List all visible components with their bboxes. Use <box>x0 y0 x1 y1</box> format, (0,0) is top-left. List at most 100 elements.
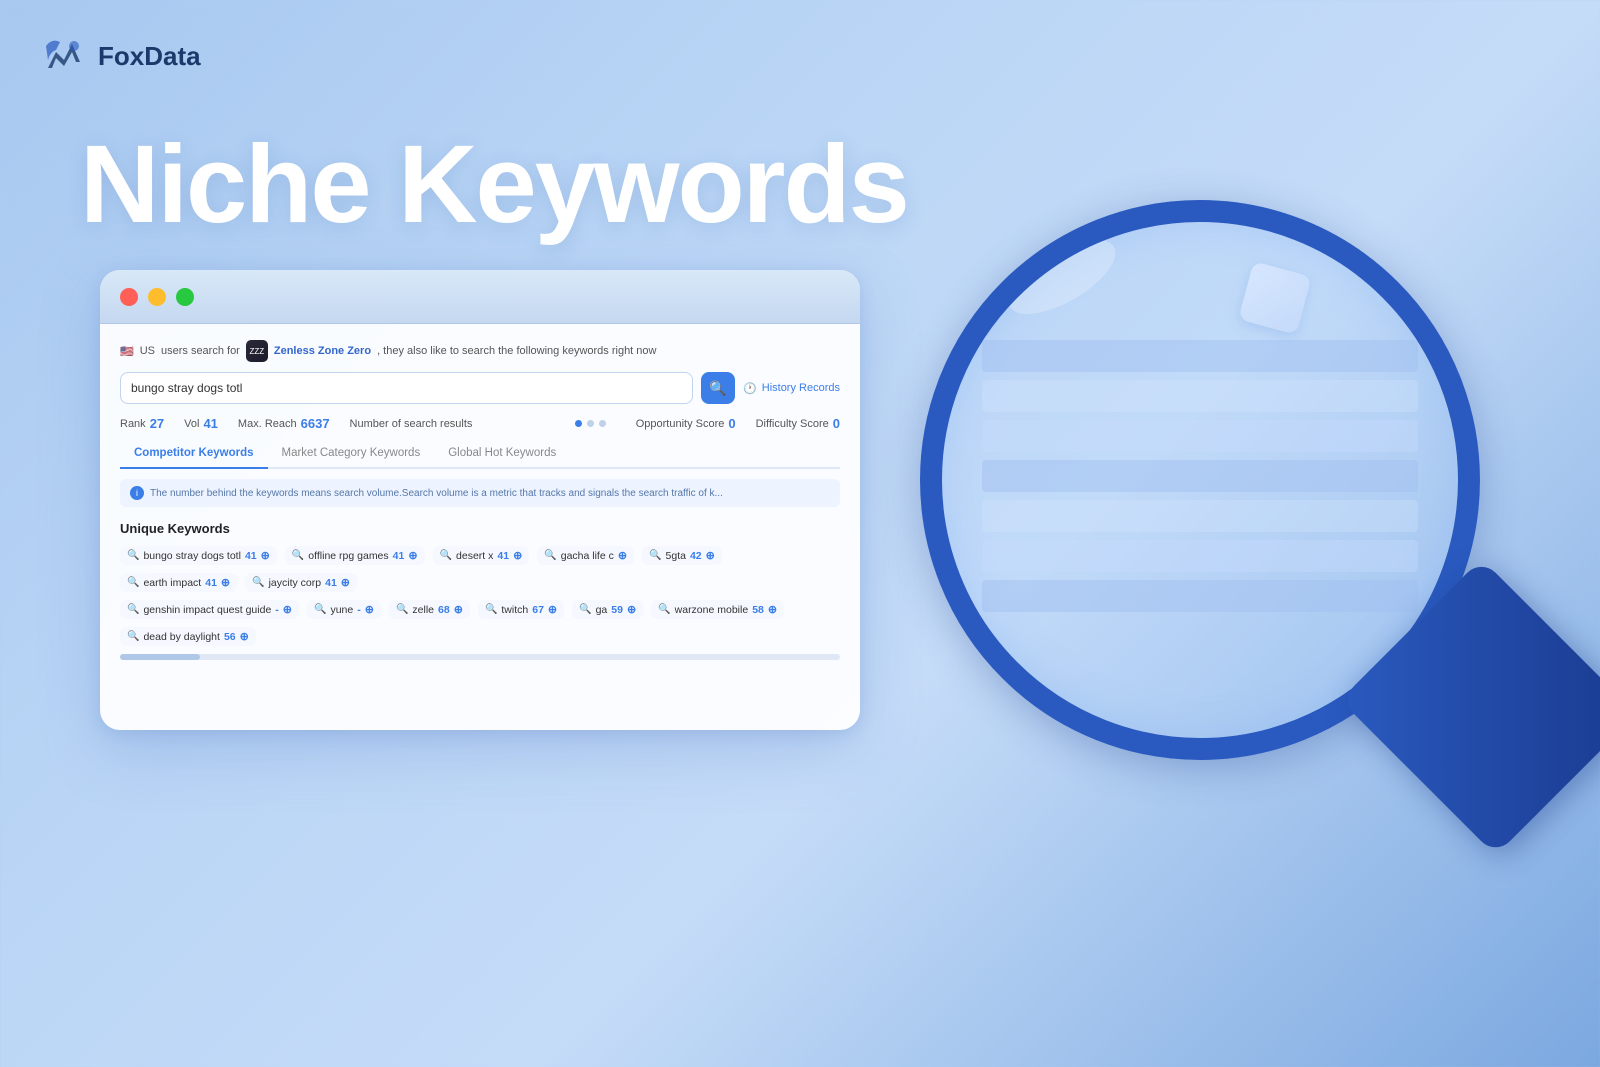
window-minimize-dot[interactable] <box>148 288 166 306</box>
rank-value: 27 <box>150 416 164 431</box>
keyword-chip[interactable]: 🔍 jaycity corp 41 ⊕ <box>245 573 357 592</box>
searchresults-label: Number of search results <box>350 418 473 430</box>
tab-market-category[interactable]: Market Category Keywords <box>268 441 435 469</box>
browser-window: 🇺🇸 US users search for ZZZ Zenless Zone … <box>100 270 860 730</box>
stat-vol: Vol 41 <box>184 416 218 431</box>
add-icon[interactable]: ⊕ <box>618 549 627 562</box>
lens-stripe <box>982 340 1418 372</box>
add-icon[interactable]: ⊕ <box>513 549 522 562</box>
search-input-value: bungo stray dogs totl <box>131 381 242 395</box>
lens-stripe <box>982 500 1418 532</box>
info-text: The number behind the keywords means sea… <box>150 488 723 499</box>
tabs-row: Competitor Keywords Market Category Keyw… <box>120 441 840 469</box>
magnifier-handle <box>1340 559 1600 856</box>
keyword-chip[interactable]: 🔍 gacha life c ⊕ <box>537 546 634 565</box>
add-icon[interactable]: ⊕ <box>768 603 777 616</box>
search-icon: 🔍 <box>127 550 139 561</box>
keyword-chip[interactable]: 🔍 5gta 42 ⊕ <box>642 546 722 565</box>
keyword-chip[interactable]: 🔍 offline rpg games 41 ⊕ <box>285 546 425 565</box>
add-icon[interactable]: ⊕ <box>283 603 292 616</box>
info-icon: i <box>130 486 144 500</box>
search-desc-prefix: users search for <box>161 345 240 357</box>
vol-value: 41 <box>203 416 217 431</box>
scrollbar-thumb[interactable] <box>120 654 200 660</box>
tab-competitor-keywords[interactable]: Competitor Keywords <box>120 441 268 469</box>
add-icon[interactable]: ⊕ <box>240 630 249 643</box>
stat-searchresults: Number of search results <box>350 418 473 430</box>
keyword-vol: 67 <box>532 604 544 616</box>
keyword-chip[interactable]: 🔍 yune - ⊕ <box>307 600 381 619</box>
keyword-chip[interactable]: 🔍 zelle 68 ⊕ <box>389 600 470 619</box>
keyword-vol: 41 <box>497 550 509 562</box>
keyword-chip[interactable]: 🔍 bungo stray dogs totl 41 ⊕ <box>120 546 277 565</box>
keyword-chip[interactable]: 🔍 genshin impact quest guide - ⊕ <box>120 600 299 619</box>
lens-stripe <box>982 420 1418 452</box>
carousel-dot-2[interactable] <box>587 420 594 427</box>
lens-stripe <box>982 380 1418 412</box>
lens-stripe <box>982 580 1418 612</box>
add-icon[interactable]: ⊕ <box>341 576 350 589</box>
keyword-text: bungo stray dogs totl <box>143 550 240 562</box>
keyword-chip[interactable]: 🔍 desert x 41 ⊕ <box>433 546 530 565</box>
keyword-chip[interactable]: 🔍 ga 59 ⊕ <box>572 600 643 619</box>
difficulty-value: 0 <box>833 416 840 431</box>
keyword-text: twitch <box>501 604 528 616</box>
magnifier-overlay <box>920 200 1540 920</box>
search-input[interactable]: bungo stray dogs totl <box>120 372 693 404</box>
search-button[interactable]: 🔍 <box>701 372 735 404</box>
add-icon[interactable]: ⊕ <box>408 549 417 562</box>
keywords-row-2: 🔍 genshin impact quest guide - ⊕ 🔍 yune … <box>120 600 840 646</box>
keyword-text: earth impact <box>143 577 201 589</box>
add-icon[interactable]: ⊕ <box>548 603 557 616</box>
search-icon: 🔍 <box>127 577 139 588</box>
keyword-text: genshin impact quest guide <box>143 604 271 616</box>
search-icon: 🔍 <box>485 604 497 615</box>
tab-global-hot[interactable]: Global Hot Keywords <box>434 441 570 469</box>
search-desc-suffix: , they also like to search the following… <box>377 345 656 357</box>
window-close-dot[interactable] <box>120 288 138 306</box>
keyword-vol: 41 <box>205 577 217 589</box>
app-icon: ZZZ <box>246 340 268 362</box>
scrollbar-track <box>120 654 840 660</box>
window-maximize-dot[interactable] <box>176 288 194 306</box>
carousel-dot-3[interactable] <box>599 420 606 427</box>
search-description: 🇺🇸 US users search for ZZZ Zenless Zone … <box>120 340 840 362</box>
foxdata-logo-icon <box>40 32 88 80</box>
keyword-chip[interactable]: 🔍 twitch 67 ⊕ <box>478 600 564 619</box>
search-icon: 🔍 <box>649 550 661 561</box>
search-icon: 🔍 <box>127 604 139 615</box>
keyword-text: offline rpg games <box>308 550 388 562</box>
add-icon[interactable]: ⊕ <box>454 603 463 616</box>
add-icon[interactable]: ⊕ <box>627 603 636 616</box>
add-icon[interactable]: ⊕ <box>221 576 230 589</box>
keyword-text: 5gta <box>666 550 686 562</box>
maxreach-label: Max. Reach <box>238 418 297 430</box>
opportunity-label: Opportunity Score <box>636 418 725 430</box>
add-icon[interactable]: ⊕ <box>706 549 715 562</box>
country-label: US <box>140 345 155 357</box>
keyword-text: desert x <box>456 550 493 562</box>
search-icon: 🔍 <box>292 550 304 561</box>
keyword-chip[interactable]: 🔍 dead by daylight 56 ⊕ <box>120 627 256 646</box>
clock-icon: 🕐 <box>743 382 757 395</box>
keyword-text: gacha life c <box>561 550 614 562</box>
stat-maxreach: Max. Reach 6637 <box>238 416 330 431</box>
rank-label: Rank <box>120 418 146 430</box>
unique-keywords-title: Unique Keywords <box>120 521 840 536</box>
main-title: Niche Keywords <box>80 130 908 240</box>
magnifier-lens <box>920 200 1480 760</box>
keyword-text: zelle <box>412 604 434 616</box>
add-icon[interactable]: ⊕ <box>365 603 374 616</box>
search-icon: 🔍 <box>314 604 326 615</box>
keyword-chip[interactable]: 🔍 earth impact 41 ⊕ <box>120 573 237 592</box>
keyword-vol: 56 <box>224 631 236 643</box>
info-bar: i The number behind the keywords means s… <box>120 479 840 507</box>
keyword-vol: 41 <box>325 577 337 589</box>
carousel-dot-1[interactable] <box>575 420 582 427</box>
keyword-chip[interactable]: 🔍 warzone mobile 58 ⊕ <box>651 600 784 619</box>
tab-competitor-label: Competitor Keywords <box>134 447 254 459</box>
add-icon[interactable]: ⊕ <box>261 549 270 562</box>
history-records-button[interactable]: 🕐 History Records <box>743 382 840 395</box>
lens-content <box>942 222 1458 738</box>
tab-global-label: Global Hot Keywords <box>448 447 556 459</box>
